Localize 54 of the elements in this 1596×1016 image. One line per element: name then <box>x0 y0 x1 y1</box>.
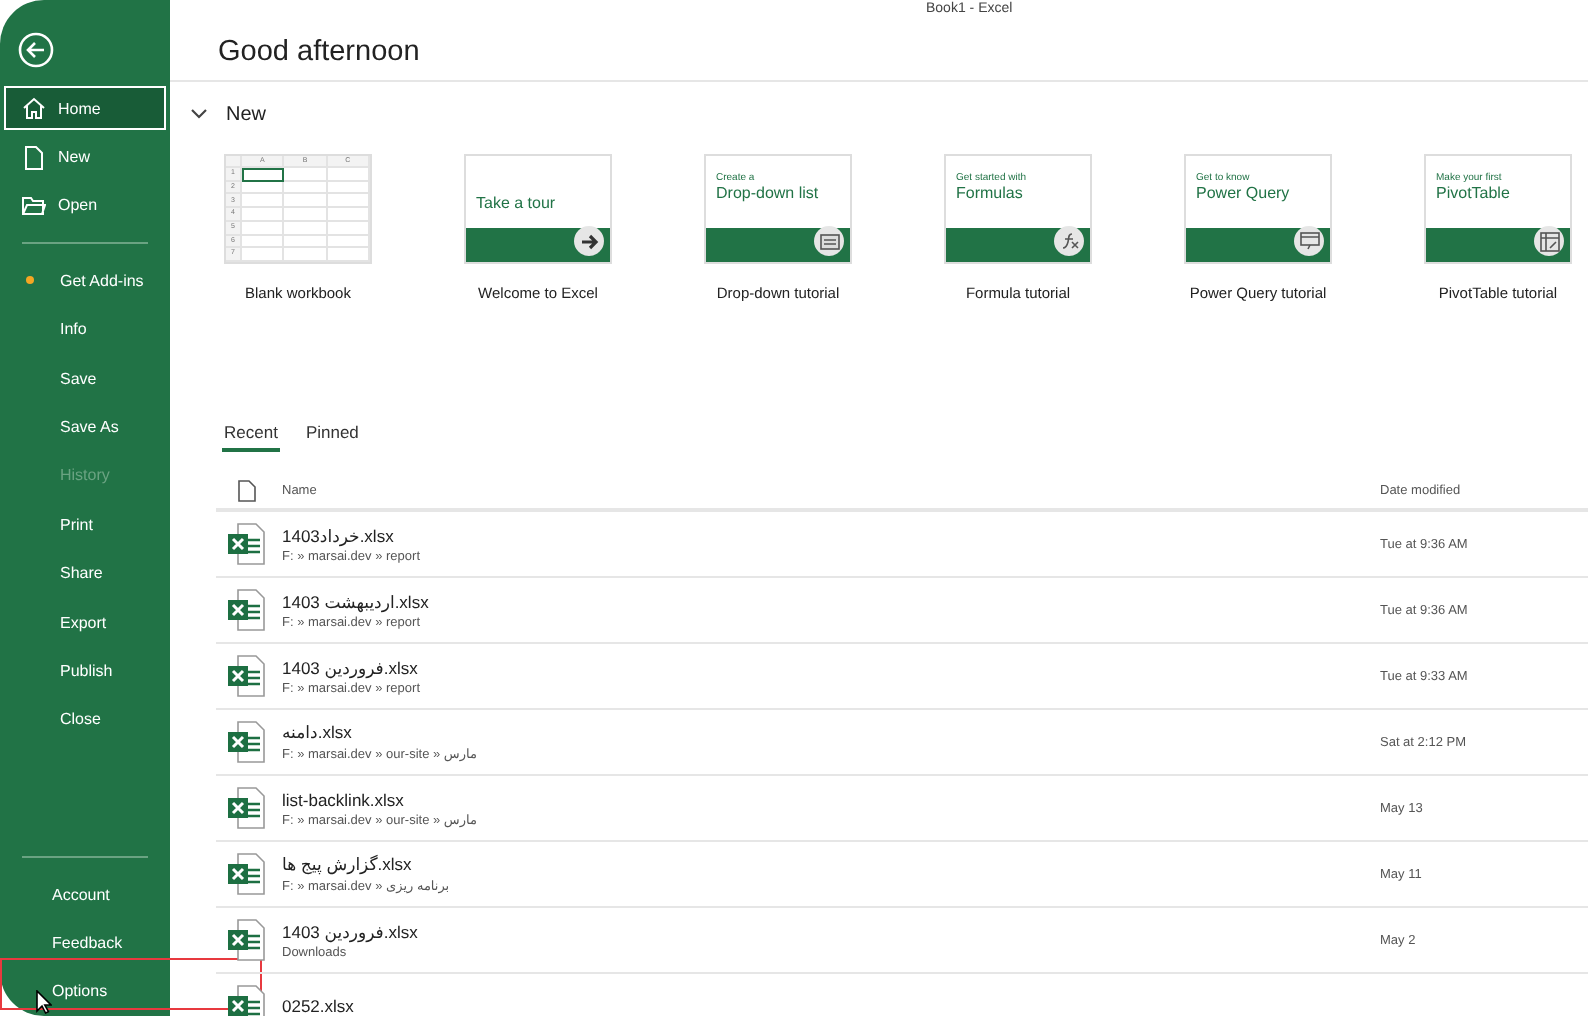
sidebar-item[interactable]: Feedback <box>4 918 166 968</box>
notification-dot <box>26 276 34 285</box>
file-name: 1403 فروردین.xlsx <box>282 921 420 943</box>
sidebar-item[interactable]: Info <box>4 305 166 354</box>
thumbnail-title: Take a tour <box>476 194 558 214</box>
function-icon <box>1059 232 1079 250</box>
spreadsheet-file-icon <box>226 654 266 698</box>
sidebar-item[interactable]: Options <box>4 967 166 1016</box>
file-name: 0252.xlsx <box>282 996 356 1016</box>
sidebar-item[interactable]: New <box>4 132 166 182</box>
spreadsheet-file-icon <box>226 852 266 896</box>
file-icon <box>238 479 256 501</box>
tab[interactable]: Pinned <box>303 422 361 452</box>
sidebar-item[interactable]: Export <box>4 597 166 647</box>
home-icon <box>22 96 46 121</box>
chevron-icon[interactable] <box>190 108 208 120</box>
table-icon <box>1299 232 1319 250</box>
sidebar-item[interactable]: Home <box>4 86 166 131</box>
spreadsheet-file-icon <box>226 588 266 632</box>
sidebar-item[interactable]: Open <box>4 181 166 231</box>
file-name: 1403 اردیبهشت.xlsx <box>282 591 431 613</box>
thumbnail-title: Drop-down list <box>716 184 821 204</box>
section-heading: New <box>226 103 267 125</box>
sidebar-item[interactable]: Get Add-ins <box>4 256 166 306</box>
folder-icon <box>22 193 46 218</box>
template-thumbnail[interactable]: Take a tour <box>464 154 612 264</box>
spreadsheet-file-icon <box>226 720 266 764</box>
sidebar-item[interactable]: Publish <box>4 646 166 696</box>
sidebar-item[interactable]: Account <box>4 869 166 919</box>
file-name: 1403خرداد.xlsx <box>282 525 396 547</box>
file-name: 1403 فروردین.xlsx <box>282 657 420 679</box>
sidebar-item[interactable]: Print <box>4 500 166 549</box>
cursor-icon <box>36 990 52 1014</box>
file-name: list-backlink.xlsx <box>282 789 406 809</box>
sidebar-item[interactable]: Share <box>4 549 166 598</box>
thumbnail-title: PivotTable <box>1436 184 1512 204</box>
back-icon[interactable] <box>18 32 54 68</box>
sidebar-item[interactable]: Save As <box>4 402 166 452</box>
document-icon <box>22 145 46 170</box>
thumbnail-title: Power Query <box>1196 184 1292 204</box>
spreadsheet-file-icon <box>226 918 266 962</box>
sidebar-item[interactable]: Save <box>4 353 166 403</box>
sidebar-item[interactable]: Close <box>4 695 166 745</box>
file-name: دامنه.xlsx <box>282 722 354 744</box>
list-icon <box>819 233 839 249</box>
file-name: گزارش پیج ها.xlsx <box>282 854 414 876</box>
spreadsheet-file-icon <box>226 522 266 566</box>
pivot-table-icon <box>1539 231 1559 251</box>
greeting-heading: Good afternoon <box>218 36 422 72</box>
spreadsheet-file-icon <box>226 786 266 830</box>
thumbnail-title: Formulas <box>956 184 1025 204</box>
arrow-icon <box>579 231 599 251</box>
file-row[interactable]: 0252.xlsx <box>216 974 1588 1016</box>
tab[interactable]: Recent <box>222 422 280 452</box>
